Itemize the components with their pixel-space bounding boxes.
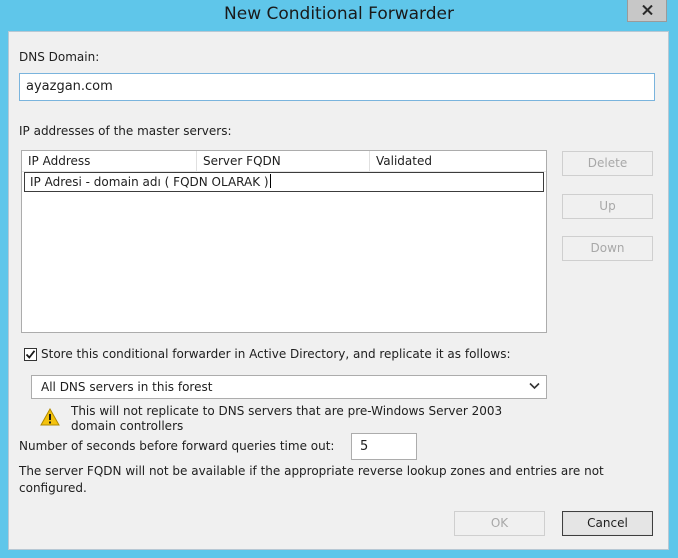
column-header-server-fqdn[interactable]: Server FQDN — [197, 151, 370, 171]
column-header-validated[interactable]: Validated — [370, 151, 546, 171]
fqdn-note-line-2: configured. — [19, 481, 87, 495]
replication-scope-value: All DNS servers in this forest — [41, 380, 213, 394]
title-bar[interactable]: New Conditional Forwarder — [0, 0, 678, 30]
replication-scope-dropdown[interactable]: All DNS servers in this forest — [31, 375, 547, 399]
warning-icon — [40, 408, 60, 426]
dns-domain-label: DNS Domain: — [19, 50, 100, 64]
cancel-button[interactable]: Cancel — [562, 511, 653, 536]
ip-address-edit-field[interactable]: IP Adresi - domain adı ( FQDN OLARAK ) — [24, 172, 544, 192]
store-in-ad-checkbox[interactable] — [24, 348, 37, 361]
master-servers-list[interactable]: IP Address Server FQDN Validated IP Adre… — [21, 150, 547, 333]
fqdn-note-line-1: The server FQDN will not be available if… — [19, 464, 604, 478]
master-servers-label: IP addresses of the master servers: — [19, 124, 232, 138]
column-header-ip-address[interactable]: IP Address — [22, 151, 197, 171]
text-caret — [269, 174, 271, 188]
down-button[interactable]: Down — [562, 236, 653, 261]
ok-button[interactable]: OK — [454, 511, 545, 536]
replication-warning-text: This will not replicate to DNS servers t… — [71, 404, 502, 434]
close-button[interactable] — [627, 0, 667, 22]
delete-button[interactable]: Delete — [562, 151, 653, 176]
ip-address-edit-text: IP Adresi - domain adı ( FQDN OLARAK ) — [30, 175, 269, 189]
warning-line-2: domain controllers — [71, 419, 184, 433]
chevron-down-icon — [529, 382, 540, 390]
timeout-label: Number of seconds before forward queries… — [19, 439, 335, 453]
warning-line-1: This will not replicate to DNS servers t… — [71, 404, 503, 418]
list-header: IP Address Server FQDN Validated — [22, 151, 546, 172]
close-icon — [642, 5, 653, 15]
dns-domain-input[interactable]: ayazgan.com — [19, 73, 655, 101]
dialog-window: New Conditional Forwarder DNS Domain: ay… — [0, 0, 678, 558]
store-in-ad-label[interactable]: Store this conditional forwarder in Acti… — [41, 347, 511, 361]
timeout-seconds-input[interactable]: 5 — [351, 433, 417, 460]
fqdn-note: The server FQDN will not be available if… — [19, 463, 604, 497]
dialog-body: DNS Domain: ayazgan.com IP addresses of … — [8, 31, 669, 550]
checkmark-icon — [25, 350, 36, 359]
window-title: New Conditional Forwarder — [224, 4, 454, 24]
up-button[interactable]: Up — [562, 194, 653, 219]
